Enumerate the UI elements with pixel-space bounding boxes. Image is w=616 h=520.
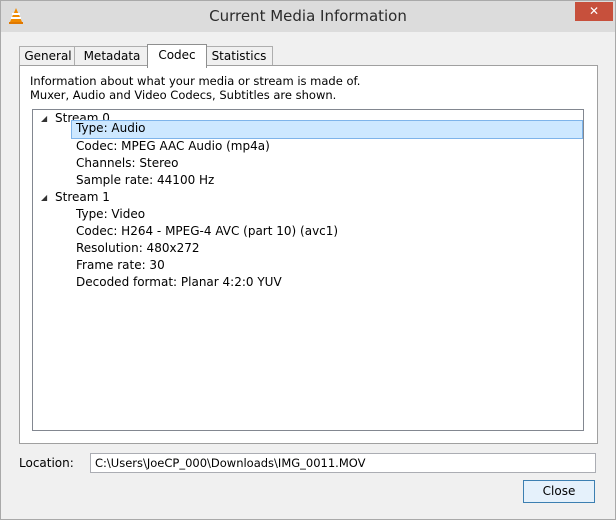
tree-item-stream1-resolution[interactable]: Resolution: 480x272: [76, 240, 199, 257]
tab-label: Statistics: [211, 49, 267, 63]
tree-item-stream0-channels[interactable]: Channels: Stereo: [76, 155, 178, 172]
codec-panel: Information about what your media or str…: [19, 65, 598, 444]
tab-label: Metadata: [83, 49, 141, 63]
tree-item-stream0-codec[interactable]: Codec: MPEG AAC Audio (mp4a): [76, 138, 270, 155]
property-text: Type: Audio: [76, 121, 146, 135]
tab-statistics[interactable]: Statistics: [205, 46, 273, 65]
tree-item-stream1-codec[interactable]: Codec: H264 - MPEG-4 AVC (part 10) (avc1…: [76, 223, 338, 240]
tab-codec[interactable]: Codec: [147, 44, 207, 68]
location-label: Location:: [19, 456, 74, 470]
codec-description: Information about what your media or str…: [30, 74, 360, 102]
window-title: Current Media Information: [209, 7, 407, 25]
codec-tree[interactable]: ◢ Stream 0 Type: Audio Codec: MPEG AAC A…: [32, 109, 584, 431]
close-button-label: Close: [542, 484, 576, 498]
tree-item-stream1-type[interactable]: Type: Video: [76, 206, 145, 223]
tab-metadata[interactable]: Metadata: [74, 46, 150, 65]
tree-node-stream-1[interactable]: ◢ Stream 1: [33, 189, 573, 206]
expand-arrow-icon[interactable]: ◢: [41, 110, 51, 127]
property-text: Frame rate: 30: [76, 258, 165, 272]
window-close-button[interactable]: ✕: [575, 2, 613, 21]
tree-item-stream1-framerate[interactable]: Frame rate: 30: [76, 257, 165, 274]
close-button[interactable]: Close: [523, 480, 595, 503]
title-bar[interactable]: Current Media Information ✕: [1, 1, 615, 32]
property-text: Codec: MPEG AAC Audio (mp4a): [76, 139, 270, 153]
expand-arrow-icon[interactable]: ◢: [41, 189, 51, 206]
property-text: Channels: Stereo: [76, 156, 179, 170]
property-text: Resolution: 480x272: [76, 241, 200, 255]
description-line: Information about what your media or str…: [30, 74, 361, 88]
close-icon: ✕: [588, 4, 600, 18]
tree-item-stream1-decodedformat[interactable]: Decoded format: Planar 4:2:0 YUV: [76, 274, 282, 291]
tab-general[interactable]: General: [19, 46, 77, 65]
description-line: Muxer, Audio and Video Codecs, Subtitles…: [30, 88, 337, 102]
dialog-window: Current Media Information ✕ General Meta…: [0, 0, 616, 520]
property-text: Type: Video: [76, 207, 146, 221]
tree-item-stream0-type[interactable]: Type: Audio: [71, 120, 583, 139]
property-text: Codec: H264 - MPEG-4 AVC (part 10) (avc1…: [76, 224, 339, 238]
tab-label: General: [24, 49, 72, 63]
property-text: Sample rate: 44100 Hz: [76, 173, 215, 187]
location-field[interactable]: [90, 453, 596, 473]
tree-item-stream0-samplerate[interactable]: Sample rate: 44100 Hz: [76, 172, 214, 189]
tab-label: Codec: [158, 48, 196, 62]
property-text: Decoded format: Planar 4:2:0 YUV: [76, 275, 282, 289]
stream-label: Stream 1: [55, 190, 110, 204]
